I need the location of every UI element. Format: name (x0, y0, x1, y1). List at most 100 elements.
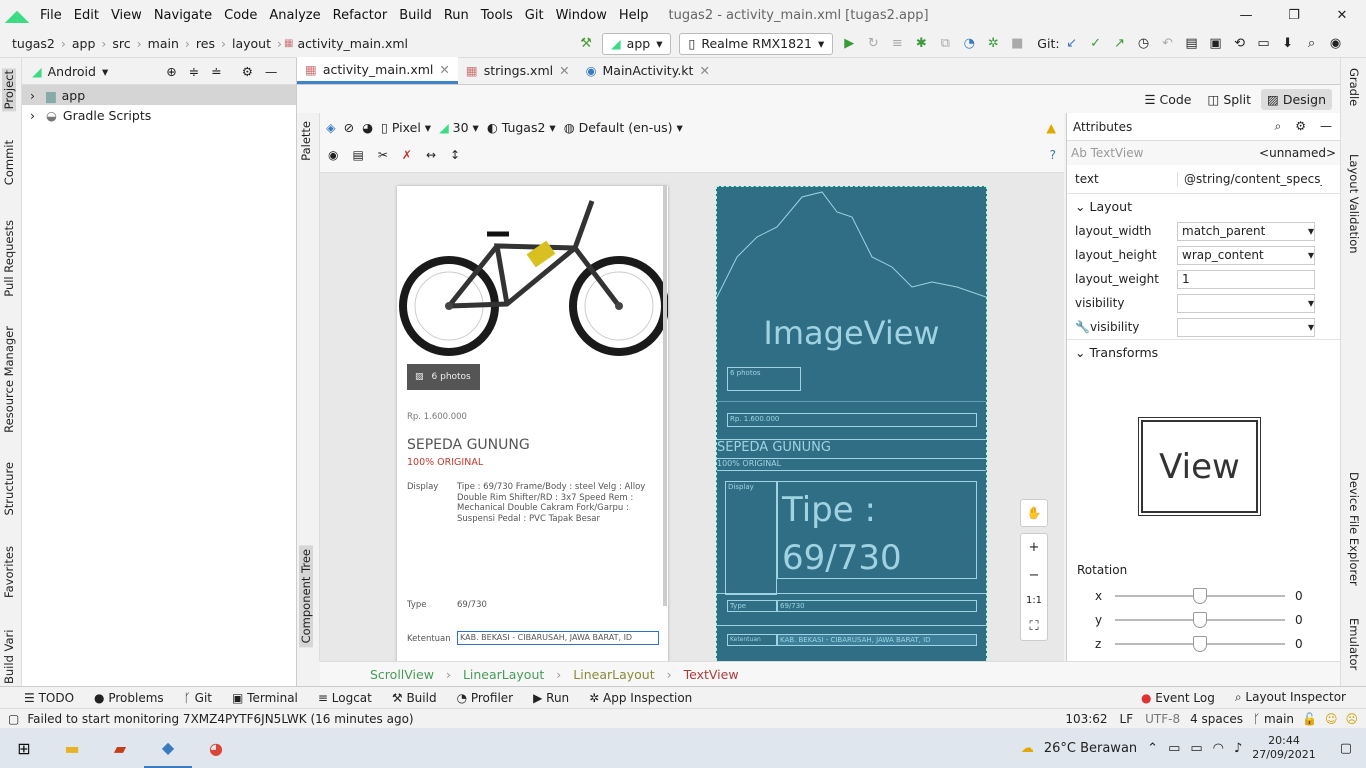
close-icon[interactable]: ✕ (699, 63, 709, 78)
debug-icon[interactable]: ✱ (909, 36, 933, 51)
tool-build[interactable]: ⚒ Build (392, 691, 437, 705)
bp-type-value[interactable]: 69/730 (777, 600, 977, 612)
android-studio-icon[interactable]: ◆ (144, 728, 192, 768)
sdk-manager-icon[interactable]: ⬇ (1276, 36, 1300, 51)
tools-visibility-select[interactable]: ▾ (1177, 317, 1315, 337)
debug-attach-icon[interactable]: ✲ (981, 36, 1005, 51)
bp-tipe[interactable]: Tipe : 69/730 (777, 481, 977, 579)
file-encoding[interactable]: UTF-8 (1145, 712, 1180, 726)
crumb-main[interactable]: main (148, 36, 179, 51)
slider-knob[interactable] (1193, 612, 1207, 628)
notifications-icon[interactable]: ▢ (1340, 741, 1352, 756)
crumb-file[interactable]: activity_main.xml (297, 36, 408, 51)
crumb-scrollview[interactable]: ScrollView (370, 667, 434, 682)
search-icon[interactable]: ⌕ (1275, 119, 1282, 134)
collapse-all-icon[interactable]: ≐ (211, 64, 221, 79)
gear-icon[interactable]: ⚙ (1295, 119, 1306, 134)
menu-analyze[interactable]: Analyze (263, 8, 326, 23)
zoom-actual-button[interactable]: 1:1 (1026, 595, 1042, 606)
component-id[interactable]: <unnamed> (1259, 146, 1336, 160)
tab-mainactivity[interactable]: ◉ MainActivity.kt ✕ (578, 57, 718, 84)
night-mode-icon[interactable]: ◕ (362, 120, 373, 135)
settings-sync-icon[interactable]: ◉ (1324, 36, 1348, 51)
locate-icon[interactable]: ⊕ (166, 64, 176, 79)
hide-icon[interactable]: — (1320, 119, 1332, 134)
tool-terminal[interactable]: ▣ Terminal (232, 691, 298, 705)
network-device-icon[interactable]: ▭ (1168, 741, 1180, 756)
zoom-out-button[interactable]: − (1029, 568, 1040, 583)
bp-ketentuan[interactable]: Ketentuan (727, 634, 777, 646)
weather-icon[interactable]: ☁ (1021, 741, 1034, 756)
tool-app-inspection[interactable]: ✲ App Inspection (589, 691, 692, 705)
rotation-x-slider[interactable] (1115, 588, 1285, 604)
bp-type[interactable]: Type (727, 600, 777, 612)
tool-todo[interactable]: ☰ TODO (24, 691, 74, 705)
menu-tools[interactable]: Tools (475, 8, 519, 23)
expand-all-icon[interactable]: ≑ (189, 64, 199, 79)
tree-item-app[interactable]: › ▆ app (22, 85, 296, 105)
locale-select[interactable]: ◍ Default (en-us) ▾ (564, 120, 683, 135)
attach-debugger-icon[interactable]: ⧉ (933, 36, 957, 51)
bp-price[interactable]: Rp. 1.600.000 (727, 413, 977, 427)
avd-manager-icon[interactable]: ▣ (1204, 36, 1228, 51)
hide-icon[interactable]: — (265, 64, 278, 79)
stop-icon[interactable]: ■ (1005, 36, 1029, 51)
clock[interactable]: 20:44 27/09/2021 (1252, 734, 1315, 762)
run-icon[interactable]: ▶ (837, 36, 861, 51)
tool-profiler[interactable]: ◔ Profiler (457, 691, 514, 705)
bike-image[interactable] (397, 186, 668, 366)
windows-start-icon[interactable]: ⊞ (0, 728, 48, 768)
tool-git[interactable]: ᚴ Git (184, 691, 212, 705)
mode-split[interactable]: ◫ Split (1202, 89, 1258, 110)
gear-icon[interactable]: ⚙ (242, 64, 253, 79)
crumb-app[interactable]: app (72, 36, 96, 51)
maximize-button[interactable]: ❐ (1270, 0, 1318, 30)
sync-gradle-icon[interactable]: ⟲ (1228, 36, 1252, 51)
sad-face-icon[interactable]: ☹ (1345, 712, 1358, 726)
module-select[interactable]: ◢ app ▾ (602, 32, 672, 55)
ketentuan-value-selected[interactable]: KAB. BEKASI - CIBARUSAH, JAWA BARAT, ID (457, 631, 659, 645)
photos-badge[interactable]: ▨ 6 photos (407, 364, 480, 390)
history-icon[interactable]: ◷ (1132, 36, 1156, 51)
menu-help[interactable]: Help (613, 8, 655, 23)
close-icon[interactable]: ✕ (439, 62, 449, 77)
slider-knob[interactable] (1193, 588, 1207, 604)
apply-changes-icon[interactable]: ↻ (861, 36, 885, 51)
crumb-project[interactable]: tugas2 (12, 36, 55, 51)
close-button[interactable]: ✕ (1318, 0, 1366, 30)
menu-refactor[interactable]: Refactor (327, 8, 394, 23)
tab-project[interactable]: Project (2, 68, 16, 112)
clear-constraints-icon[interactable]: ✂ (378, 148, 388, 162)
tool-layout-inspector[interactable]: ⌕ Layout Inspector (1235, 690, 1346, 705)
tool-event-log[interactable]: ● Event Log (1141, 691, 1215, 705)
tab-layout-validation[interactable]: Layout Validation (1347, 154, 1361, 254)
bp-title[interactable]: SEPEDA GUNUNG (717, 439, 986, 459)
menu-code[interactable]: Code (218, 8, 263, 23)
menu-navigate[interactable]: Navigate (148, 8, 218, 23)
device-select[interactable]: ▯ Realme RMX1821 ▾ (679, 32, 834, 55)
close-icon[interactable]: ✕ (559, 63, 569, 78)
git-commit-icon[interactable]: ✓ (1084, 36, 1108, 51)
tab-build-variants[interactable]: Build Variants (2, 630, 16, 684)
volume-icon[interactable]: ♪ (1234, 741, 1242, 756)
vertical-guide-icon[interactable]: ↕ (450, 148, 460, 162)
blueprint-icon[interactable]: ▤ (352, 148, 363, 162)
layers-icon[interactable]: ◈ (326, 120, 336, 135)
slider-knob[interactable] (1193, 636, 1207, 652)
profile-icon[interactable]: ◔ (957, 36, 981, 51)
menu-git[interactable]: Git (519, 8, 550, 23)
menu-window[interactable]: Window (550, 8, 613, 23)
section-layout[interactable]: ⌄ Layout (1067, 193, 1340, 219)
mode-design[interactable]: ▨ Design (1261, 88, 1332, 110)
tool-problems[interactable]: ● Problems (94, 691, 164, 705)
tab-pull-requests[interactable]: Pull Requests (2, 220, 16, 297)
menu-run[interactable]: Run (438, 8, 475, 23)
tree-item-gradle-scripts[interactable]: › ◒ Gradle Scripts (22, 105, 296, 125)
tab-resource-manager[interactable]: Resource Manager (2, 326, 16, 433)
layout-weight-input[interactable]: 1 (1177, 269, 1315, 289)
blueprint-view[interactable]: ImageView 6 photos Rp. 1.600.000 SEPEDA … (716, 186, 987, 661)
clear-attr-icon[interactable]: ✗ (402, 148, 412, 162)
file-explorer-icon[interactable]: ▬ (48, 728, 96, 768)
crumb-res[interactable]: res (196, 36, 215, 51)
zoom-fit-icon[interactable]: ⛶ (1029, 619, 1038, 634)
